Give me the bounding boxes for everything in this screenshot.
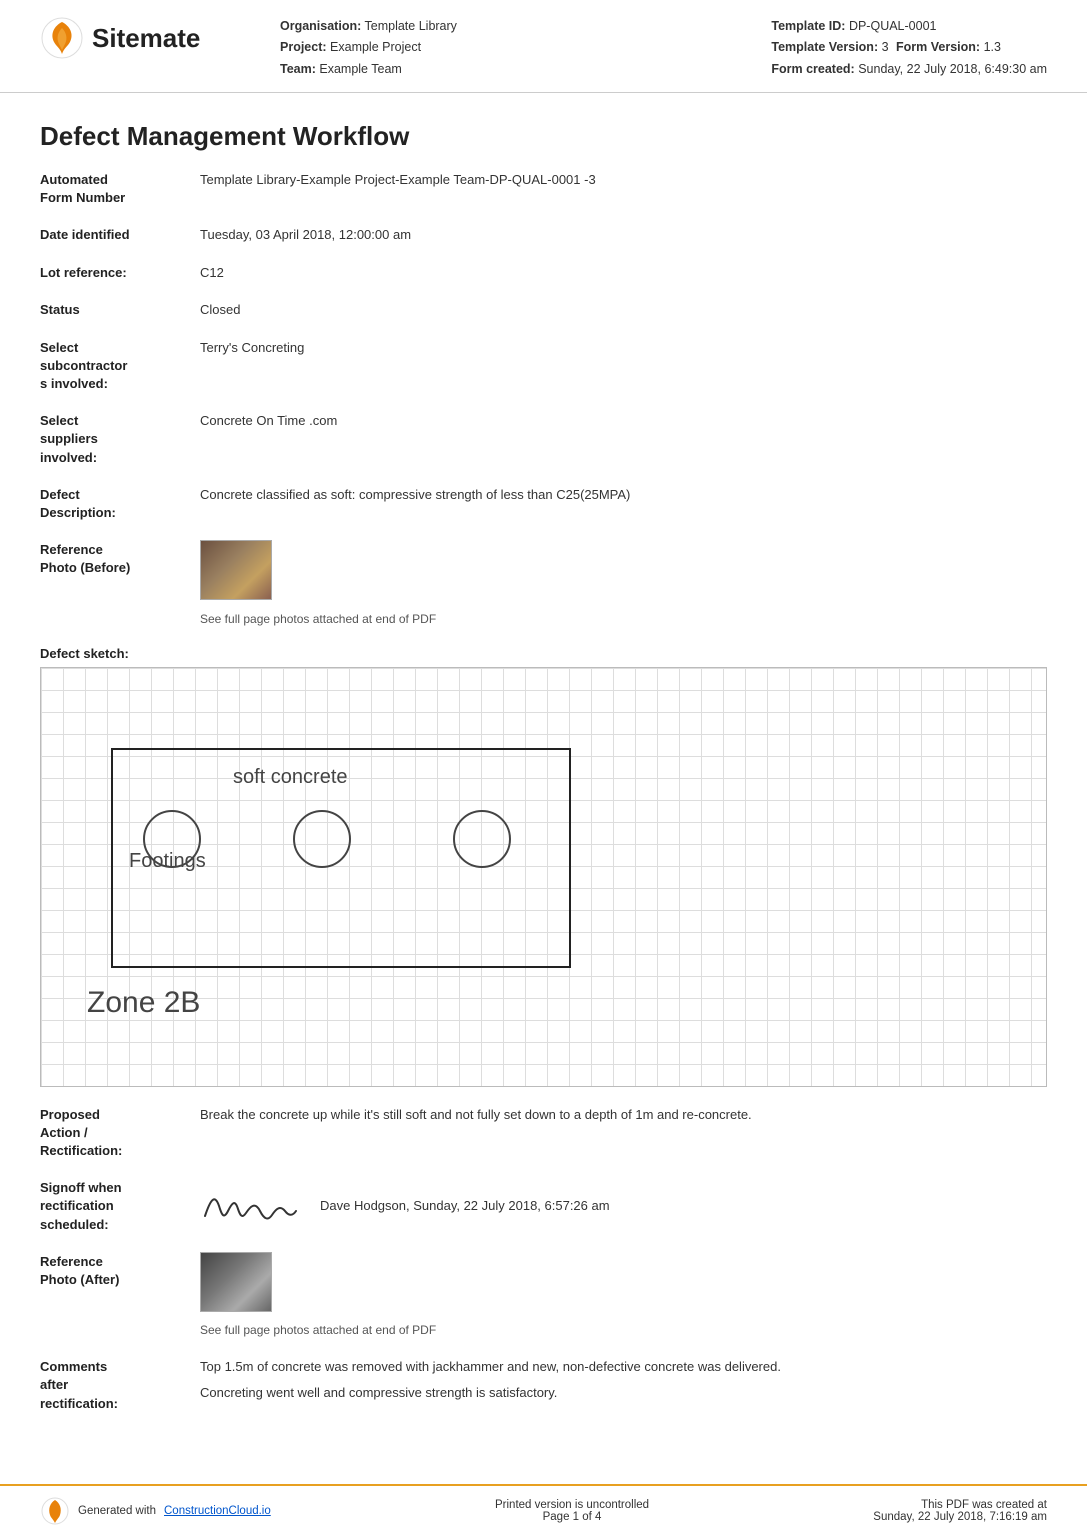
sitemate-logo-icon — [40, 16, 84, 60]
template-id-label: Template ID: — [771, 19, 845, 33]
signoff-label: Signoff when rectification scheduled: — [40, 1178, 200, 1234]
template-id-line: Template ID: DP-QUAL-0001 — [771, 16, 1047, 37]
signoff-person: Dave Hodgson, Sunday, 22 July 2018, 6:57… — [320, 1196, 610, 1216]
form-created-label: Form created: — [771, 62, 854, 76]
project-label: Project: — [280, 40, 327, 54]
field-label-5: Select suppliers involved: — [40, 411, 200, 467]
sketch-circle-3 — [453, 810, 511, 868]
photo-after-caption: See full page photos attached at end of … — [200, 1321, 1047, 1339]
footer-right: This PDF was created at Sunday, 22 July … — [873, 1499, 1047, 1523]
field-value-4: Terry's Concreting — [200, 338, 1047, 358]
header: Sitemate Organisation: Template Library … — [0, 0, 1087, 93]
ref-photo-before-label: Reference Photo (Before) — [40, 540, 200, 577]
ref-photo-before-value: See full page photos attached at end of … — [200, 540, 1047, 628]
field-value-5: Concrete On Time .com — [200, 411, 1047, 431]
template-id-value: DP-QUAL-0001 — [849, 19, 937, 33]
form-row-4: Select subcontractor s involved: Terry's… — [40, 338, 1047, 398]
org-line: Organisation: Template Library — [280, 16, 771, 37]
ref-photo-after-value: See full page photos attached at end of … — [200, 1252, 1047, 1340]
sketch-content: soft concrete Footings Zone 2B — [41, 668, 1046, 1086]
footer-center: Printed version is uncontrolled Page 1 o… — [495, 1499, 649, 1523]
template-version-line: Template Version: 3 Form Version: 1.3 — [771, 37, 1047, 58]
form-version-value: 1.3 — [984, 40, 1001, 54]
footer-center-line2: Page 1 of 4 — [495, 1511, 649, 1523]
field-label-0: Automated Form Number — [40, 170, 200, 207]
project-value: Example Project — [330, 40, 421, 54]
team-label: Team: — [280, 62, 316, 76]
org-label: Organisation: — [280, 19, 361, 33]
form-version-label: Form Version: — [896, 40, 980, 54]
signoff-value: Dave Hodgson, Sunday, 22 July 2018, 6:57… — [200, 1181, 1047, 1231]
sketch-zone: Zone 2B — [87, 986, 200, 1020]
comments-line1: Top 1.5m of concrete was removed with ja… — [200, 1357, 1047, 1377]
comments-line2: Concreting went well and compressive str… — [200, 1383, 1047, 1403]
field-label-4: Select subcontractor s involved: — [40, 338, 200, 394]
field-value-0: Template Library-Example Project-Example… — [200, 170, 1047, 190]
footer-left: Generated with ConstructionCloud.io — [40, 1496, 271, 1526]
logo-text: Sitemate — [92, 23, 200, 54]
form-row-6: Defect Description: Concrete classified … — [40, 485, 1047, 526]
form-row-proposed-action: Proposed Action / Rectification: Break t… — [40, 1105, 1047, 1165]
sketch-inner-rect: soft concrete Footings — [111, 748, 571, 968]
footer: Generated with ConstructionCloud.io Prin… — [0, 1484, 1087, 1536]
sketch-soft-concrete: soft concrete — [233, 766, 348, 789]
sketch-container: soft concrete Footings Zone 2B — [40, 667, 1047, 1087]
form-created-line: Form created: Sunday, 22 July 2018, 6:49… — [771, 59, 1047, 80]
field-value-6: Concrete classified as soft: compressive… — [200, 485, 1047, 505]
form-created-value: Sunday, 22 July 2018, 6:49:30 am — [858, 62, 1047, 76]
photo-before-thumb — [200, 540, 272, 600]
footer-logo-icon — [40, 1496, 70, 1526]
footer-center-line1: Printed version is uncontrolled — [495, 1499, 649, 1511]
form-row-photo-before: Reference Photo (Before) See full page p… — [40, 540, 1047, 632]
defect-sketch-section: Defect sketch: soft concrete Footings — [40, 646, 1047, 1087]
content: Defect Management Workflow Automated For… — [0, 93, 1087, 1484]
form-row-signoff: Signoff when rectification scheduled: Da… — [40, 1178, 1047, 1238]
header-meta-right: Template ID: DP-QUAL-0001 Template Versi… — [771, 16, 1047, 80]
field-label-3: Status — [40, 300, 200, 319]
comments-value: Top 1.5m of concrete was removed with ja… — [200, 1357, 1047, 1402]
logo-area: Sitemate — [40, 16, 240, 60]
field-label-2: Lot reference: — [40, 263, 200, 282]
footer-right-line1: This PDF was created at — [873, 1499, 1047, 1511]
team-value: Example Team — [319, 62, 401, 76]
form-row-0: Automated Form Number Template Library-E… — [40, 170, 1047, 211]
ref-photo-after-label: Reference Photo (After) — [40, 1252, 200, 1289]
proposed-action-value: Break the concrete up while it's still s… — [200, 1105, 1047, 1125]
form-row-1: Date identified Tuesday, 03 April 2018, … — [40, 225, 1047, 249]
field-value-2: C12 — [200, 263, 1047, 283]
field-label-6: Defect Description: — [40, 485, 200, 522]
form-row-2: Lot reference: C12 — [40, 263, 1047, 287]
footer-generated: Generated with — [78, 1505, 156, 1517]
photo-after-thumb — [200, 1252, 272, 1312]
team-line: Team: Example Team — [280, 59, 771, 80]
form-row-5: Select suppliers involved: Concrete On T… — [40, 411, 1047, 471]
field-value-3: Closed — [200, 300, 1047, 320]
comments-label: Comments after rectification: — [40, 1357, 200, 1413]
header-meta-center: Organisation: Template Library Project: … — [240, 16, 771, 80]
form-row-photo-after: Reference Photo (After) See full page ph… — [40, 1252, 1047, 1344]
form-title: Defect Management Workflow — [40, 121, 1047, 152]
sketch-label: Defect sketch: — [40, 646, 1047, 661]
page: Sitemate Organisation: Template Library … — [0, 0, 1087, 1536]
project-line: Project: Example Project — [280, 37, 771, 58]
form-row-3: Status Closed — [40, 300, 1047, 324]
org-value: Template Library — [365, 19, 457, 33]
form-row-comments: Comments after rectification: Top 1.5m o… — [40, 1357, 1047, 1417]
photo-before-caption: See full page photos attached at end of … — [200, 610, 1047, 628]
signature-svg — [200, 1181, 300, 1231]
template-version-label: Template Version: — [771, 40, 878, 54]
sketch-circle-1 — [143, 810, 201, 868]
footer-right-line2: Sunday, 22 July 2018, 7:16:19 am — [873, 1511, 1047, 1523]
proposed-action-label: Proposed Action / Rectification: — [40, 1105, 200, 1161]
field-value-1: Tuesday, 03 April 2018, 12:00:00 am — [200, 225, 1047, 245]
sketch-circle-2 — [293, 810, 351, 868]
footer-link[interactable]: ConstructionCloud.io — [164, 1505, 271, 1517]
template-version-value: 3 — [882, 40, 889, 54]
field-label-1: Date identified — [40, 225, 200, 244]
